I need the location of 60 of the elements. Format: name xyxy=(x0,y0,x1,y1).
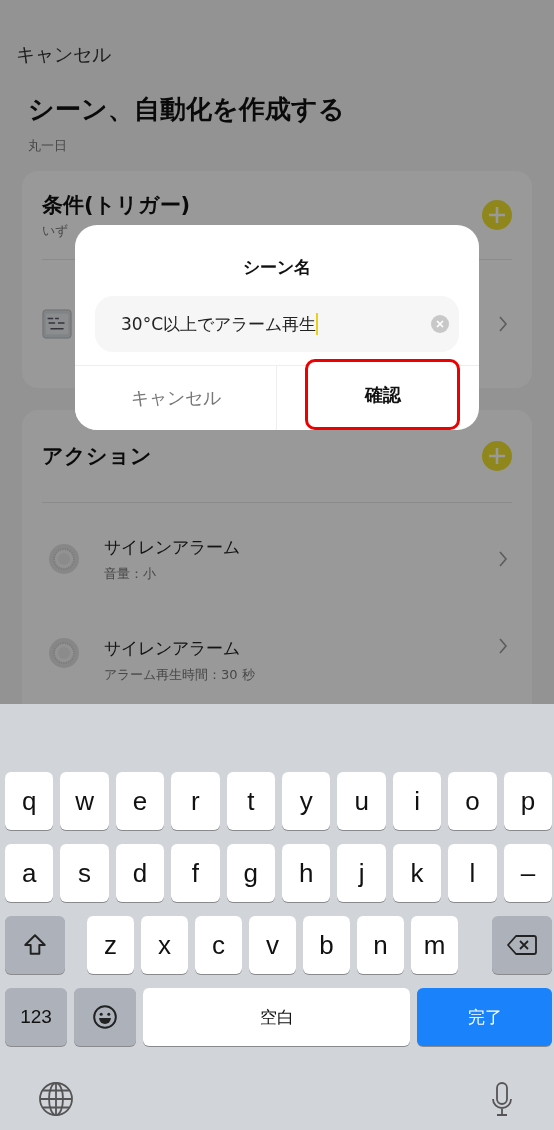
action-name: サイレンアラーム xyxy=(104,637,240,660)
clear-icon[interactable] xyxy=(431,315,449,333)
letter-key[interactable]: p xyxy=(503,772,553,830)
letter-key[interactable]: e xyxy=(115,772,165,830)
add-icon[interactable] xyxy=(482,200,512,230)
letter-key[interactable]: g xyxy=(226,844,276,902)
letter-key[interactable]: j xyxy=(337,844,386,902)
letter-key[interactable]: n xyxy=(357,916,404,974)
confirm-button[interactable]: 確認 xyxy=(305,359,460,430)
space-key[interactable]: 空白 xyxy=(143,988,410,1046)
letter-key[interactable]: d xyxy=(115,844,165,902)
add-icon[interactable] xyxy=(482,441,512,471)
letter-key[interactable]: r xyxy=(171,772,220,830)
delete-icon xyxy=(507,934,537,956)
action-detail: 音量：小 xyxy=(104,564,156,583)
letter-key[interactable]: f xyxy=(171,844,220,902)
delete-key[interactable] xyxy=(492,916,552,974)
cancel-link[interactable]: キャンセル xyxy=(16,42,111,68)
section-title: アクション xyxy=(42,443,152,470)
letter-key[interactable]: t xyxy=(226,772,276,830)
cancel-button[interactable]: キャンセル xyxy=(75,366,277,430)
letter-key[interactable]: c xyxy=(195,916,242,974)
letter-key[interactable]: l xyxy=(448,844,497,902)
siren-icon xyxy=(48,543,80,575)
emoji-key[interactable] xyxy=(74,988,136,1046)
siren-icon xyxy=(48,637,80,669)
page-title: シーン、自動化を作成する xyxy=(28,93,345,126)
name-input[interactable]: 30°C以上でアラーム再生 xyxy=(95,296,459,352)
emoji-icon xyxy=(92,1004,118,1030)
section-title: 条件(トリガー) xyxy=(42,191,191,219)
letter-key[interactable]: k xyxy=(392,844,442,902)
microphone-icon[interactable] xyxy=(490,1081,514,1117)
letter-key[interactable]: i xyxy=(392,772,442,830)
done-key[interactable]: 完了 xyxy=(417,988,552,1046)
letter-key[interactable]: m xyxy=(411,916,458,974)
section-hint: いず xyxy=(42,221,68,240)
action-detail: アラーム再生時間：30 秒 xyxy=(104,666,255,684)
letter-key[interactable]: x xyxy=(141,916,188,974)
chevron-right-icon[interactable] xyxy=(498,637,508,655)
numbers-key[interactable]: 123 xyxy=(5,988,67,1046)
chevron-right-icon[interactable] xyxy=(498,315,508,333)
action-name: サイレンアラーム xyxy=(104,535,240,559)
letter-key[interactable]: b xyxy=(303,916,350,974)
letter-key[interactable]: – xyxy=(503,844,553,902)
shift-icon xyxy=(22,932,48,958)
letter-key[interactable]: u xyxy=(337,772,386,830)
letter-key[interactable]: v xyxy=(249,916,296,974)
clock-display-icon xyxy=(42,309,72,339)
letter-key[interactable]: o xyxy=(448,772,497,830)
letter-key[interactable]: q xyxy=(5,772,54,830)
letter-key[interactable]: w xyxy=(60,772,109,830)
chevron-right-icon[interactable] xyxy=(498,550,508,568)
letter-key[interactable]: z xyxy=(87,916,134,974)
letter-key[interactable]: s xyxy=(60,844,109,902)
letter-key[interactable]: a xyxy=(5,844,54,902)
dialog-title: シーン名 xyxy=(243,256,311,279)
letter-key[interactable]: y xyxy=(282,772,331,830)
shift-key[interactable] xyxy=(5,916,65,974)
letter-key[interactable]: h xyxy=(282,844,331,902)
globe-icon[interactable] xyxy=(38,1081,74,1117)
